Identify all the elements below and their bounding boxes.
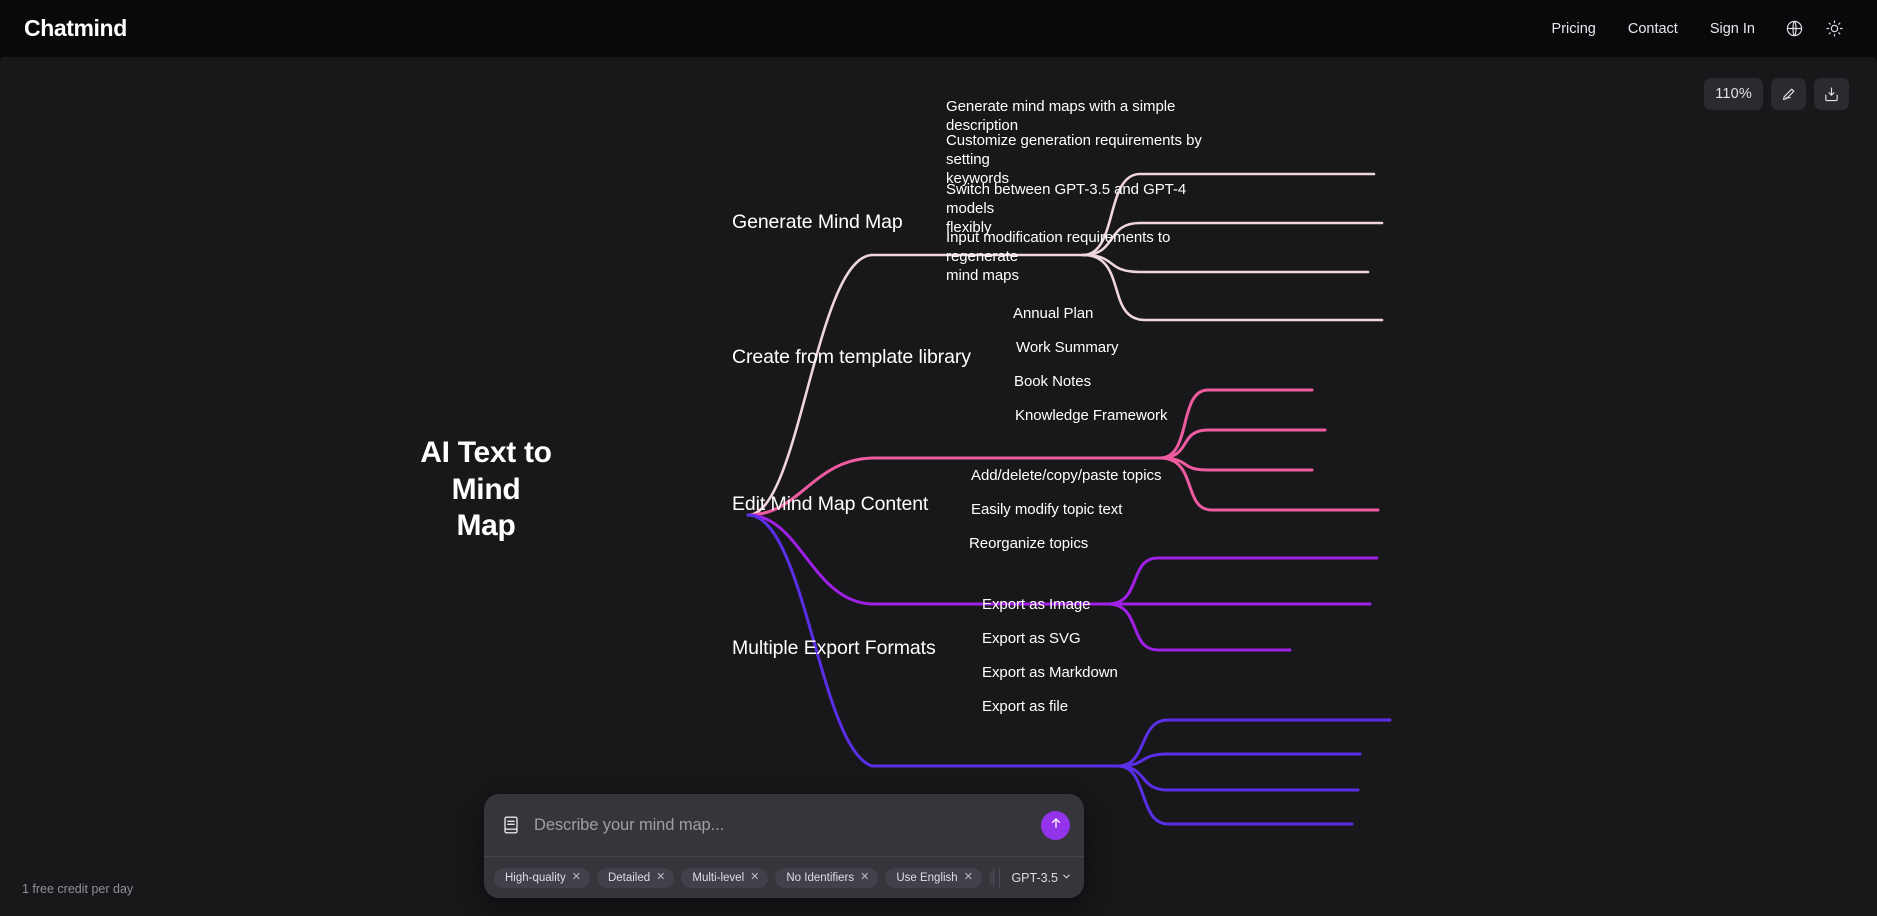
zoom-level-button[interactable]: 110% <box>1704 78 1763 110</box>
mindmap-leaf-export-as-markdown[interactable]: Export as Markdown <box>982 663 1118 682</box>
canvas-inner: 110% AI Text to Mind Map Generate Mind M… <box>0 50 1877 916</box>
arrow-up-icon <box>1049 816 1063 835</box>
mindmap-node-generate-mind-map[interactable]: Generate Mind Map <box>732 210 903 235</box>
prompt-panel: High-quality ✕ Detailed ✕ Multi-level ✕ … <box>484 794 1084 898</box>
header-nav: Pricing Contact Sign In <box>1536 12 1851 46</box>
chevron-down-icon <box>1061 871 1072 885</box>
chip-label: High-quality <box>505 871 566 884</box>
close-icon[interactable]: ✕ <box>750 872 759 883</box>
mindmap-leaf-generate-simple-description[interactable]: Generate mind maps with a simple descrip… <box>946 97 1236 135</box>
mindmap-leaf-book-notes[interactable]: Book Notes <box>1014 372 1091 391</box>
mindmap-node-edit-mind-map-content[interactable]: Edit Mind Map Content <box>732 492 928 517</box>
document-icon <box>500 814 522 836</box>
mindmap-links <box>746 172 1392 826</box>
top-header: Chatmind Pricing Contact Sign In <box>0 0 1877 57</box>
nav-pricing[interactable]: Pricing <box>1536 15 1612 43</box>
canvas-toolbar: 110% <box>1704 78 1849 110</box>
chip-label: Multi-level <box>692 871 745 884</box>
download-icon[interactable] <box>1814 78 1849 110</box>
mindmap-canvas[interactable]: 110% AI Text to Mind Map Generate Mind M… <box>0 50 1877 916</box>
mindmap-node-multiple-export-formats[interactable]: Multiple Export Formats <box>732 636 936 661</box>
model-selector[interactable]: GPT-3.5 <box>1001 871 1084 885</box>
mindmap-leaf-reorganize-topics[interactable]: Reorganize topics <box>969 534 1088 553</box>
send-button[interactable] <box>1041 810 1070 840</box>
app-root: Chatmind Pricing Contact Sign In 110% AI… <box>0 0 1877 916</box>
mindmap-leaf-annual-plan[interactable]: Annual Plan <box>1013 304 1093 323</box>
chip-no-identifiers[interactable]: No Identifiers ✕ <box>775 867 879 888</box>
mindmap-leaf-export-as-file[interactable]: Export as file <box>982 697 1068 716</box>
nav-contact[interactable]: Contact <box>1612 15 1694 43</box>
chip-high-quality[interactable]: High-quality ✕ <box>494 867 590 888</box>
mindmap-leaf-knowledge-framework[interactable]: Knowledge Framework <box>1015 406 1168 425</box>
sun-icon[interactable] <box>1817 12 1851 46</box>
close-icon[interactable]: ✕ <box>964 872 973 883</box>
model-label: GPT-3.5 <box>1011 870 1058 885</box>
mindmap-leaf-easily-modify-topic-text[interactable]: Easily modify topic text <box>971 500 1122 519</box>
close-icon[interactable]: ✕ <box>860 872 869 883</box>
keyword-chips-scroll[interactable]: High-quality ✕ Detailed ✕ Multi-level ✕ … <box>494 857 996 898</box>
mindmap-node-create-from-template-library[interactable]: Create from template library <box>732 345 971 370</box>
globe-icon[interactable] <box>1777 12 1811 46</box>
mindmap-leaf-export-as-image[interactable]: Export as Image <box>982 595 1091 614</box>
close-icon[interactable]: ✕ <box>572 872 581 883</box>
chip-label: Detailed <box>607 871 651 884</box>
chip-multi-level[interactable]: Multi-level ✕ <box>681 867 769 888</box>
mindmap-root-node[interactable]: AI Text to Mind Map <box>386 435 586 545</box>
chip-label: No Identifiers <box>786 871 855 884</box>
mindmap-leaf-work-summary[interactable]: Work Summary <box>1016 338 1119 357</box>
close-icon[interactable]: ✕ <box>656 872 665 883</box>
prompt-row <box>484 794 1084 856</box>
add-keyword-button[interactable]: ＋ Add Keywords <box>988 865 996 890</box>
chip-detailed[interactable]: Detailed ✕ <box>596 867 675 888</box>
nav-sign-in[interactable]: Sign In <box>1694 15 1771 43</box>
chip-use-english[interactable]: Use English ✕ <box>885 867 982 888</box>
divider <box>999 867 1001 888</box>
chip-label: Use English <box>896 871 958 884</box>
free-credit-note: 1 free credit per day <box>22 882 134 896</box>
mindmap-leaf-add-delete-copy-paste-topics[interactable]: Add/delete/copy/paste topics <box>971 466 1161 485</box>
mindmap-leaf-export-as-svg[interactable]: Export as SVG <box>982 629 1081 648</box>
mindmap-leaf-input-modification[interactable]: Input modification requirements to regen… <box>946 228 1218 286</box>
pencil-icon[interactable] <box>1771 78 1806 110</box>
keyword-chips-row: High-quality ✕ Detailed ✕ Multi-level ✕ … <box>484 856 1084 898</box>
prompt-input[interactable] <box>522 815 1041 835</box>
app-logo[interactable]: Chatmind <box>24 15 127 42</box>
